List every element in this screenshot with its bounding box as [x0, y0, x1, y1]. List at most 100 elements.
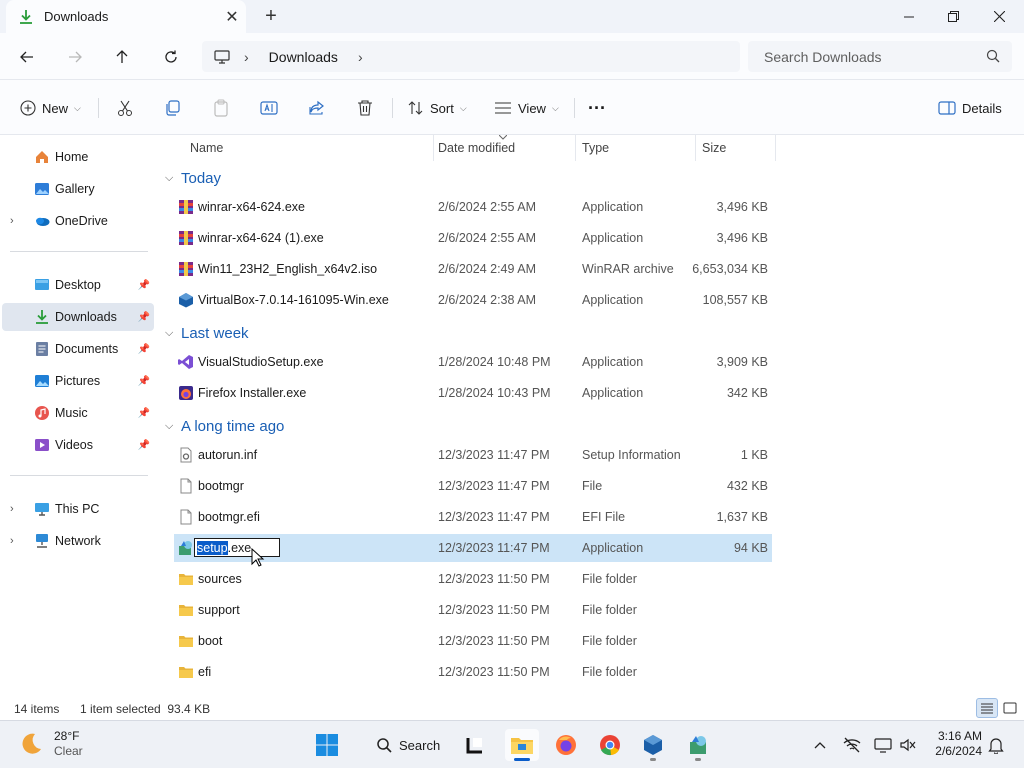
breadcrumb-downloads[interactable]: Downloads — [269, 49, 338, 65]
firefox-icon — [178, 385, 194, 401]
task-view-button[interactable] — [458, 729, 492, 761]
file-row[interactable]: sources 12/3/2023 11:50 PM File folder — [174, 565, 772, 593]
sort-button[interactable]: Sort ⌵ — [408, 94, 467, 122]
clock[interactable]: 3:16 AM 2/6/2024 — [926, 729, 982, 759]
address-bar[interactable]: › Downloads › — [202, 41, 740, 72]
pin-icon[interactable]: 📌 — [138, 344, 150, 355]
file-row[interactable]: winrar-x64-624.exe 2/6/2024 2:55 AM Applic… — [174, 193, 772, 221]
cut-button[interactable] — [116, 94, 134, 122]
taskbar-file-explorer[interactable] — [505, 729, 539, 761]
taskbar-chrome[interactable] — [593, 729, 627, 761]
minimize-button[interactable] — [886, 0, 932, 33]
column-header-size[interactable]: Size — [696, 135, 776, 161]
file-row[interactable]: support 12/3/2023 11:50 PM File folder — [174, 596, 772, 624]
chevron-right-icon[interactable]: › — [10, 503, 14, 515]
sidebar-item-home[interactable]: Home — [2, 143, 154, 171]
sidebar-item-videos[interactable]: Videos 📌 — [2, 431, 154, 459]
notifications-button[interactable] — [986, 735, 1006, 755]
paste-button[interactable] — [212, 94, 230, 122]
close-window-button[interactable] — [976, 0, 1022, 33]
file-row[interactable]: Win11_23H2_English_x64v2.iso 2/6/2024 2:4… — [174, 255, 772, 283]
chevron-right-icon[interactable]: › — [10, 215, 14, 227]
sidebar-item-downloads[interactable]: Downloads 📌 — [2, 303, 154, 331]
file-row[interactable]: boot 12/3/2023 11:50 PM File folder — [174, 627, 772, 655]
more-options-button[interactable]: ··· — [588, 94, 606, 122]
refresh-button[interactable] — [157, 43, 185, 71]
sidebar-item-documents[interactable]: Documents 📌 — [2, 335, 154, 363]
sidebar-item-desktop[interactable]: Desktop 📌 — [2, 271, 154, 299]
pin-icon[interactable]: 📌 — [138, 376, 150, 387]
pin-icon[interactable]: 📌 — [138, 312, 150, 323]
details-button[interactable]: Details — [938, 94, 1002, 122]
share-button[interactable] — [308, 94, 326, 122]
sidebar-item-network[interactable]: › Network — [2, 527, 154, 555]
chevron-down-icon[interactable]: ⌵ — [165, 327, 175, 340]
file-type: File folder — [582, 572, 637, 586]
up-button[interactable] — [108, 43, 136, 71]
file-row[interactable]: VisualStudioSetup.exe 1/28/2024 10:48 PM A… — [174, 348, 772, 376]
restore-button[interactable] — [930, 0, 976, 33]
start-button[interactable] — [310, 729, 344, 761]
file-row[interactable]: winrar-x64-624 (1).exe 2/6/2024 2:55 AM Ap… — [174, 224, 772, 252]
new-tab-button[interactable]: + — [258, 4, 284, 30]
weather-widget[interactable]: 28°F Clear — [18, 729, 83, 759]
chevron-right-icon[interactable]: › — [10, 535, 14, 547]
show-hidden-icons-button[interactable] — [810, 735, 830, 755]
details-view-button[interactable] — [976, 698, 998, 718]
column-header-type[interactable]: Type — [576, 135, 696, 161]
taskbar-virtualbox[interactable] — [636, 729, 670, 761]
file-row[interactable]: efi 12/3/2023 11:50 PM File folder — [174, 658, 772, 686]
back-button[interactable] — [13, 43, 41, 71]
file-row[interactable]: bootmgr.efi 12/3/2023 11:47 PM EFI File 1,6… — [174, 503, 772, 531]
chevron-down-icon[interactable]: ⌵ — [165, 420, 175, 433]
file-row[interactable]: bootmgr 12/3/2023 11:47 PM File 432 KB — [174, 472, 772, 500]
rename-input[interactable]: setup .exe — [194, 538, 280, 557]
delete-button[interactable] — [356, 94, 374, 122]
sidebar-item-music[interactable]: Music 📌 — [2, 399, 154, 427]
sidebar-item-label: Network — [55, 534, 101, 548]
folder-icon — [178, 633, 194, 649]
tiles-view-button[interactable] — [999, 698, 1021, 718]
file-type: File — [582, 479, 603, 493]
sidebar-item-pictures[interactable]: Pictures 📌 — [2, 367, 154, 395]
taskbar-setup[interactable] — [681, 729, 715, 761]
file-row[interactable]: Firefox Installer.exe 1/28/2024 10:43 PM A… — [174, 379, 772, 407]
close-tab-icon[interactable]: ✕ — [218, 7, 246, 27]
pin-icon[interactable]: 📌 — [138, 408, 150, 419]
sidebar-item-label: Downloads — [55, 310, 117, 324]
chevron-right-icon[interactable]: › — [358, 49, 363, 65]
file-date-modified: 12/3/2023 11:47 PM — [438, 479, 550, 493]
view-button[interactable]: View ⌵ — [494, 94, 559, 122]
column-header-name[interactable]: Name — [184, 135, 434, 161]
pin-icon[interactable]: 📌 — [138, 280, 150, 291]
file-name: efi — [198, 665, 212, 679]
forward-button[interactable] — [61, 43, 89, 71]
chevron-right-icon[interactable]: › — [244, 49, 249, 65]
file-date-modified: 12/3/2023 11:47 PM — [438, 510, 550, 524]
tab-downloads[interactable]: Downloads ✕ — [6, 0, 246, 33]
sidebar-item-this-pc[interactable]: › This PC — [2, 495, 154, 523]
file-row[interactable]: autorun.inf 12/3/2023 11:47 PM Setup Infor… — [174, 441, 772, 469]
sidebar-item-onedrive[interactable]: › OneDrive — [2, 207, 154, 235]
copy-button[interactable] — [164, 94, 182, 122]
group-header[interactable]: ⌵ Last week — [165, 320, 249, 346]
volume-button[interactable] — [898, 735, 918, 755]
file-name: VirtualBox-7.0.14-161095-Win.exe — [198, 293, 389, 307]
taskbar-search[interactable]: Search — [366, 730, 454, 760]
new-button[interactable]: New ⌵ — [20, 94, 81, 122]
chevron-down-icon[interactable]: ⌵ — [165, 172, 175, 185]
sidebar-item-gallery[interactable]: Gallery — [2, 175, 154, 203]
network-status-button[interactable] — [842, 735, 862, 755]
rename-button[interactable] — [260, 94, 278, 122]
file-name: boot — [198, 634, 223, 648]
display-settings-button[interactable] — [873, 735, 893, 755]
file-row[interactable]: VirtualBox-7.0.14-161095-Win.exe 2/6/2024… — [174, 286, 772, 314]
active-indicator — [514, 758, 530, 761]
taskbar-firefox[interactable] — [549, 729, 583, 761]
search-input[interactable]: Search Downloads — [748, 41, 1012, 72]
monitor-icon — [874, 738, 892, 753]
group-header[interactable]: ⌵ Today — [165, 165, 221, 191]
group-header[interactable]: ⌵ A long time ago — [165, 413, 284, 439]
pin-icon[interactable]: 📌 — [138, 440, 150, 451]
sidebar-item-label: Documents — [55, 342, 119, 356]
